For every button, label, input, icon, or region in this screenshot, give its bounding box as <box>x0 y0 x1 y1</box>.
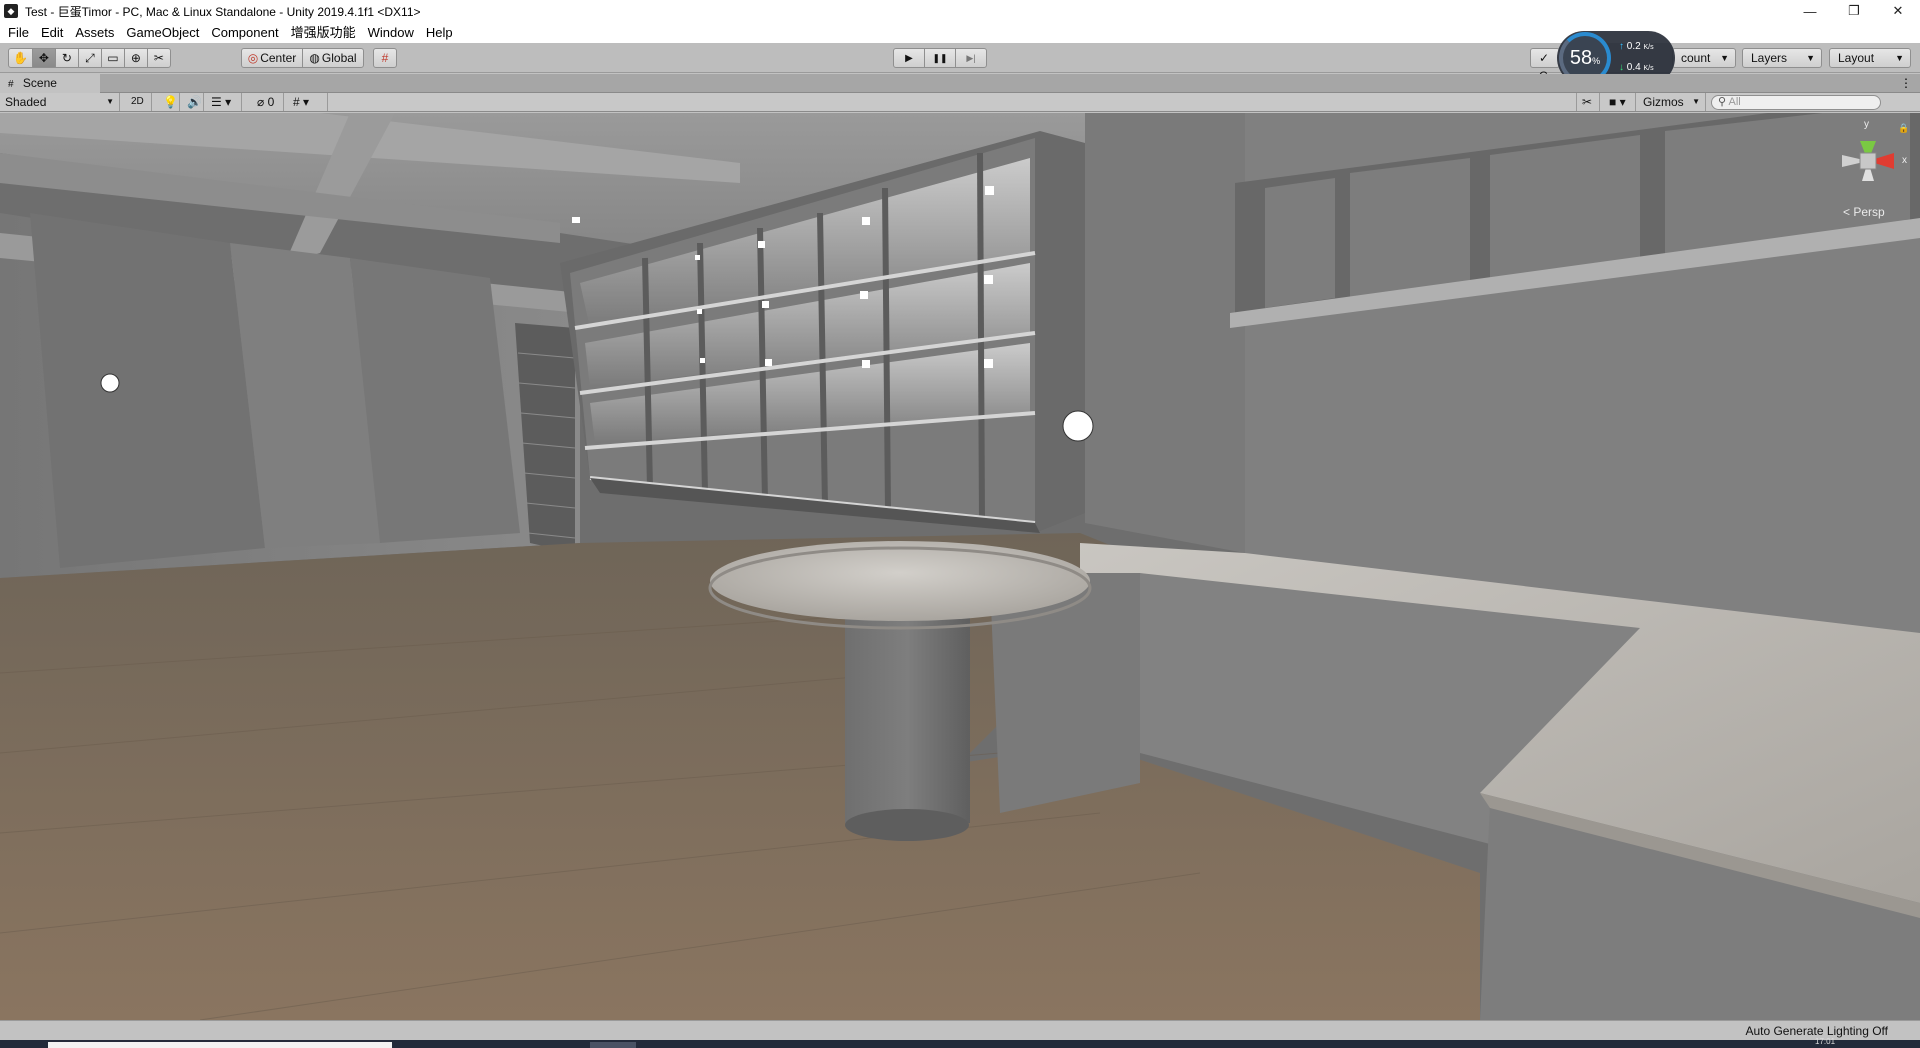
scene-tab-label: Scene <box>22 76 57 90</box>
status-bar: Auto Generate Lighting Off <box>0 1020 1920 1040</box>
lighting-toggle-icon[interactable]: 💡 <box>158 93 180 111</box>
cpu-percent-unit: % <box>1592 56 1601 66</box>
axis-x-label: x <box>1902 155 1907 166</box>
layout-label: Layout <box>1838 51 1875 65</box>
custom-tool-icon[interactable]: ✂ <box>146 48 171 68</box>
tools-icon[interactable]: ✂ <box>1576 93 1600 111</box>
cloud-check-icon: ✓ <box>1539 51 1550 65</box>
pause-button[interactable]: ❚❚ <box>924 48 956 68</box>
pivot-rotation-button[interactable]: ◍ Global <box>302 48 364 68</box>
os-taskbar: 17:01 <box>0 1037 1920 1048</box>
toggle-2d-button[interactable]: 2D <box>126 93 152 111</box>
globe-icon: ◍ <box>309 51 320 65</box>
hand-tool-icon[interactable]: ✋ <box>8 48 33 68</box>
axis-gizmo-icon <box>1842 141 1894 181</box>
download-rate: ↓ 0.4 K/s <box>1619 62 1654 73</box>
grid-snap-icon[interactable]: # <box>373 48 397 68</box>
chevron-down-icon: ▼ <box>1692 97 1700 106</box>
gizmos-label: Gizmos <box>1643 95 1684 109</box>
rotate-tool-icon[interactable]: ↻ <box>54 48 79 68</box>
menu-assets[interactable]: Assets <box>69 22 120 43</box>
tab-scene[interactable]: # Scene <box>0 74 100 93</box>
eye-off-icon: ⌀ <box>257 95 265 109</box>
move-tool-icon[interactable]: ✥ <box>31 48 56 68</box>
upload-value: 0.2 <box>1626 41 1641 52</box>
rect-tool-icon[interactable]: ▭ <box>100 48 125 68</box>
chevron-down-icon: ▼ <box>1895 53 1904 63</box>
pivot-rotation-label: Global <box>321 51 357 65</box>
scene-viewport[interactable]: y x 🔒 < Persp <box>0 113 1920 1020</box>
menu-window[interactable]: Window <box>362 22 420 43</box>
shading-mode-label: Shaded <box>5 95 47 109</box>
download-unit: K/s <box>1643 65 1654 72</box>
upload-unit: K/s <box>1643 44 1654 51</box>
layout-dropdown[interactable]: Layout ▼ <box>1829 48 1911 68</box>
download-value: 0.4 <box>1626 62 1641 73</box>
cpu-percent: 58 <box>1569 47 1593 69</box>
grid-icon: # <box>8 79 14 90</box>
chevron-down-icon: ▼ <box>106 97 114 106</box>
layers-dropdown[interactable]: Layers ▼ <box>1742 48 1822 68</box>
restore-button[interactable]: ❐ <box>1832 0 1876 22</box>
chevron-down-icon: ▼ <box>1720 53 1729 63</box>
scene-render <box>0 113 1920 1020</box>
account-label: count <box>1681 51 1711 65</box>
upload-rate: ↑ 0.2 K/s <box>1619 41 1654 52</box>
pivot-icon: ◎ <box>247 51 259 65</box>
step-button[interactable]: ▶| <box>955 48 987 68</box>
projection-toggle[interactable]: < Persp <box>1843 205 1885 219</box>
shading-mode-dropdown[interactable]: Shaded ▼ <box>0 93 120 111</box>
layers-label: Layers <box>1751 51 1788 65</box>
menu-file[interactable]: File <box>2 22 35 43</box>
account-dropdown[interactable]: count ▼ <box>1672 48 1736 68</box>
menu-enhanced-features[interactable]: 增强版功能 <box>285 22 362 43</box>
pivot-mode-label: Center <box>260 51 297 65</box>
pivot-controls: ◎ Center ◍ Global <box>241 48 364 68</box>
kebab-menu-icon[interactable]: ⋮ <box>1900 74 1912 93</box>
close-button[interactable]: ✕ <box>1876 0 1920 22</box>
window-title: Test - 巨蛋Timor - PC, Mac & Linux Standal… <box>25 4 421 19</box>
lighting-status[interactable]: Auto Generate Lighting Off <box>1745 1024 1888 1038</box>
effects-dropdown-icon[interactable]: ☰ ▾ <box>206 93 242 111</box>
scene-view-toolbar: Shaded ▼ 2D 💡 🔊 ☰ ▾ ⌀ 0 # ▾ ✂ ■ ▾ Gizmos… <box>0 93 1920 112</box>
collab-button[interactable]: ✓ C <box>1530 48 1560 83</box>
arrow-down-icon: ↓ <box>1619 62 1624 73</box>
menu-help[interactable]: Help <box>420 22 459 43</box>
menu-gameobject[interactable]: GameObject <box>120 22 205 43</box>
pivot-mode-button[interactable]: ◎ Center <box>241 48 303 68</box>
taskbar-active-app[interactable] <box>590 1042 636 1048</box>
hierarchy-search-input[interactable]: ⚲ All <box>1711 95 1881 110</box>
arrow-up-icon: ↑ <box>1619 41 1624 52</box>
hidden-count: 0 <box>267 95 275 109</box>
hidden-objects-toggle[interactable]: ⌀ 0 <box>252 93 284 111</box>
scale-tool-icon[interactable]: ⤢ <box>77 48 102 68</box>
play-button[interactable]: ▶ <box>893 48 925 68</box>
window-title-bar: ◆ Test - 巨蛋Timor - PC, Mac & Linux Stand… <box>0 0 1920 22</box>
scene-tab-bar: # Scene ⋮ <box>0 74 1920 93</box>
menu-component[interactable]: Component <box>205 22 284 43</box>
transform-tools: ✋ ✥ ↻ ⤢ ▭ ⊕ ✂ <box>8 48 171 68</box>
play-controls: ▶ ❚❚ ▶| <box>893 48 987 68</box>
axis-y-label: y <box>1864 119 1869 130</box>
transform-tool-icon[interactable]: ⊕ <box>123 48 148 68</box>
search-placeholder: All <box>1728 96 1741 108</box>
gizmos-dropdown[interactable]: Gizmos ▼ <box>1638 93 1706 111</box>
taskbar-search-box[interactable] <box>48 1042 392 1048</box>
audio-toggle-icon[interactable]: 🔊 <box>182 93 204 111</box>
grid-visibility-icon[interactable]: # ▾ <box>288 93 328 111</box>
lock-icon[interactable]: 🔒 <box>1898 123 1909 134</box>
menu-edit[interactable]: Edit <box>35 22 69 43</box>
minimize-button[interactable]: — <box>1788 0 1832 22</box>
unity-logo-icon: ◆ <box>4 4 18 18</box>
camera-dropdown-icon[interactable]: ■ ▾ <box>1604 93 1636 111</box>
taskbar-clock: 17:01 <box>1815 1037 1836 1046</box>
snap-controls: # <box>373 48 397 68</box>
search-icon: ⚲ <box>1718 96 1727 108</box>
chevron-down-icon: ▼ <box>1806 53 1815 63</box>
